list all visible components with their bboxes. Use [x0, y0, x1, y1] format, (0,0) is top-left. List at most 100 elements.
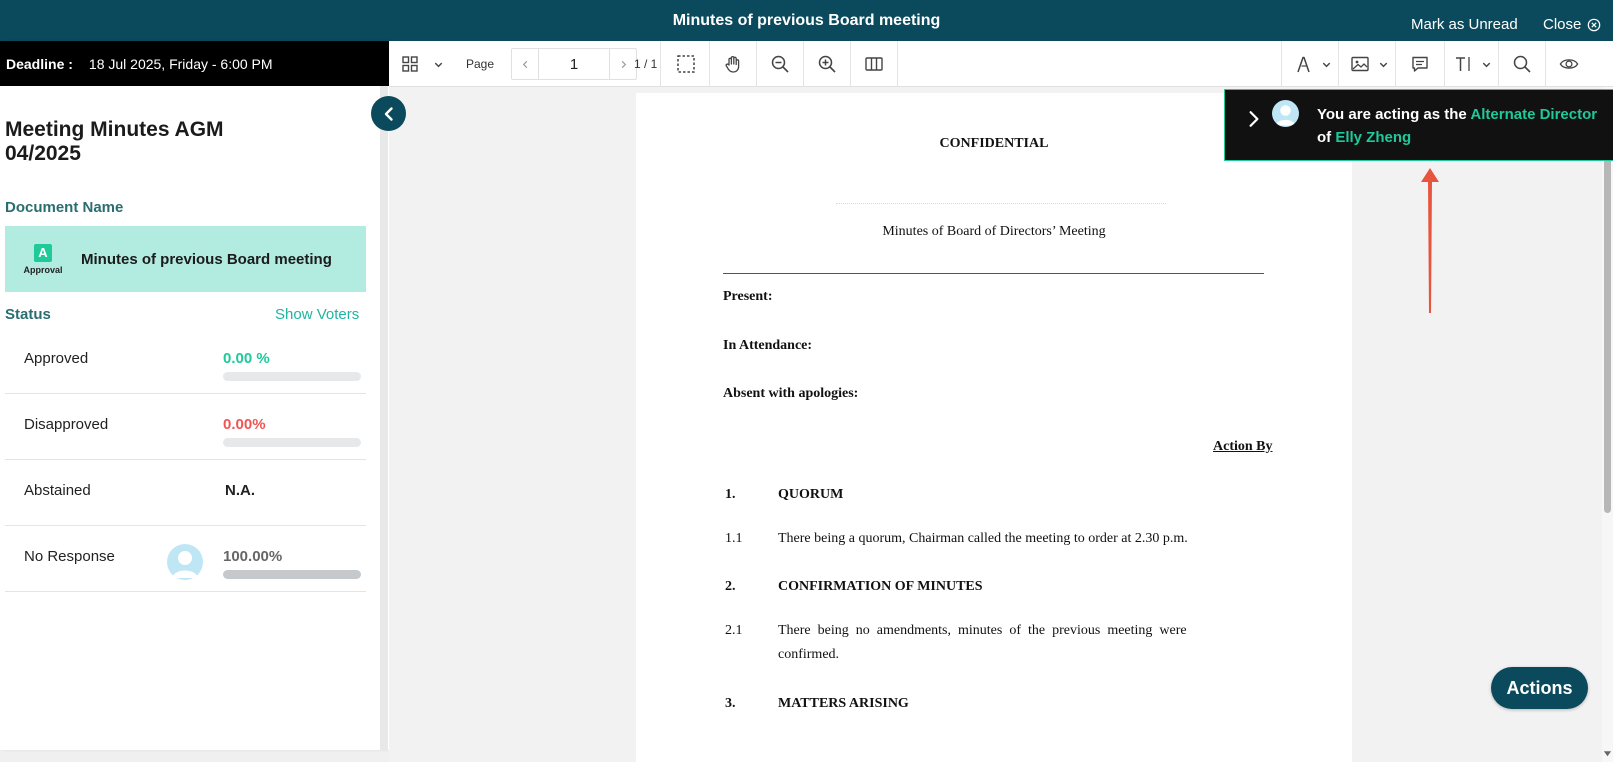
faint-divider [836, 203, 1166, 204]
meeting-detail-panel: Deadline : 18 Jul 2025, Friday - 6:00 PM… [0, 41, 389, 750]
chevron-down-icon [1322, 62, 1330, 67]
section-number: 3. [725, 696, 736, 711]
section-number: 1. [725, 487, 736, 502]
horizontal-rule [723, 273, 1264, 274]
thumbnails-dropdown[interactable] [431, 41, 445, 87]
image-icon [1351, 56, 1369, 72]
approval-icon: A [34, 243, 52, 262]
status-label: Status [5, 306, 51, 323]
view-mode-button[interactable] [1546, 41, 1592, 87]
close-button[interactable]: Close [1543, 16, 1601, 33]
document-name: Minutes of previous Board meeting [81, 250, 332, 268]
columns-icon [865, 57, 883, 71]
page-navigator [511, 48, 637, 80]
page-number-input[interactable] [538, 49, 610, 79]
toolbar-divider [1281, 41, 1282, 87]
in-attendance-label: In Attendance: [723, 338, 813, 353]
previous-page-button[interactable] [512, 49, 538, 79]
acting-prefix: You are acting as the [1317, 106, 1471, 123]
scrollbar-thumb[interactable] [1604, 153, 1611, 513]
item-text: There being a quorum, Chairman called th… [778, 531, 1188, 546]
status-row-value: 0.00 % [223, 350, 270, 367]
search-button[interactable] [1499, 41, 1545, 87]
approval-caption: Approval [23, 264, 63, 275]
pdf-toolbar: Page 1 / 1 [389, 41, 1613, 87]
item-text: There being no amendments, minutes of th… [778, 623, 1187, 638]
toolbar-divider [1444, 41, 1445, 87]
marquee-select-button[interactable] [663, 41, 709, 87]
progress-fill [223, 570, 361, 579]
dashed-selection-icon [677, 55, 695, 73]
show-voters-link[interactable]: Show Voters [275, 306, 359, 323]
viewer-scrollbar[interactable] [1602, 87, 1613, 762]
text-tool-button[interactable] [1451, 41, 1477, 87]
status-row-abstained: Abstained N.A. [5, 460, 366, 526]
chevron-down-icon [1482, 62, 1490, 67]
insert-image-button[interactable] [1346, 41, 1374, 87]
pan-tool-button[interactable] [710, 41, 756, 87]
deadline-bar: Deadline : 18 Jul 2025, Friday - 6:00 PM [0, 41, 389, 86]
acting-as-notification: You are acting as the Alternate Director… [1224, 89, 1613, 161]
avatar[interactable] [167, 544, 203, 580]
draw-tool-dropdown[interactable] [1319, 41, 1333, 87]
comment-button[interactable] [1396, 41, 1444, 87]
collapse-panel-button[interactable] [371, 96, 406, 131]
acting-person: Elly Zheng [1335, 129, 1412, 146]
page-layout-button[interactable] [851, 41, 897, 87]
status-row-label: No Response [24, 548, 115, 565]
zoom-in-button[interactable] [804, 41, 850, 87]
draw-tool-button[interactable] [1291, 41, 1317, 87]
deadline-label: Deadline : [6, 55, 73, 72]
chevron-down-icon [434, 62, 442, 67]
status-row-value: N.A. [225, 482, 255, 499]
progress-bar [223, 570, 361, 579]
search-icon [1513, 55, 1531, 73]
progress-bar [223, 372, 361, 381]
scroll-down-arrow[interactable] [1602, 747, 1613, 759]
pdf-page: CONFIDENTIAL Minutes of Board of Directo… [636, 93, 1352, 762]
section-title: QUORUM [778, 487, 844, 502]
status-row-label: Approved [24, 350, 89, 367]
page-label: Page [466, 57, 495, 71]
minutes-heading: Minutes of Board of Directors’ Meeting [882, 224, 1106, 239]
meeting-title: Meeting Minutes AGM 04/2025 [5, 118, 224, 165]
close-circle-icon [1588, 18, 1601, 31]
user-silhouette-icon [1275, 105, 1296, 126]
grid-icon [402, 56, 418, 72]
absent-label: Absent with apologies: [723, 386, 859, 401]
progress-bar [223, 438, 361, 447]
avatar [1272, 100, 1299, 127]
acting-role: Alternate Director [1470, 106, 1598, 123]
document-name-label: Document Name [5, 199, 124, 216]
page-title: Minutes of previous Board meeting [672, 12, 941, 29]
zoom-out-icon [771, 55, 789, 73]
user-silhouette-icon [172, 551, 198, 578]
status-row-approved: Approved 0.00 % [5, 328, 366, 394]
action-by-label: Action By [1213, 439, 1273, 454]
zoom-out-button[interactable] [757, 41, 803, 87]
zoom-in-icon [818, 55, 836, 73]
thumbnails-button[interactable] [399, 41, 421, 87]
item-number: 1.1 [725, 531, 743, 546]
top-header-bar: Minutes of previous Board meeting Mark a… [0, 0, 1613, 41]
chevron-down-icon [1379, 62, 1387, 67]
approval-badge: A Approval [5, 243, 81, 275]
eye-icon [1559, 59, 1579, 69]
actions-button[interactable]: Actions [1491, 667, 1588, 709]
next-page-button[interactable] [610, 49, 636, 79]
chevron-left-icon [522, 60, 527, 68]
insert-image-dropdown[interactable] [1376, 41, 1390, 87]
pen-nib-icon [1297, 56, 1310, 73]
left-panel-scrollbar[interactable] [380, 86, 388, 750]
status-row-value: 100.00% [223, 548, 283, 565]
status-row-no-response: No Response 100.00% [5, 526, 366, 592]
toolbar-divider [1338, 41, 1339, 87]
document-card[interactable]: A Approval Minutes of previous Board mee… [5, 226, 366, 292]
mark-as-unread-button[interactable]: Mark as Unread [1411, 16, 1518, 33]
section-title: MATTERS ARISING [778, 696, 909, 711]
chevron-left-icon [384, 106, 393, 121]
chevron-right-icon[interactable] [1245, 110, 1263, 128]
toolbar-divider [897, 41, 898, 87]
status-row-label: Abstained [24, 482, 91, 499]
text-tool-dropdown[interactable] [1479, 41, 1493, 87]
